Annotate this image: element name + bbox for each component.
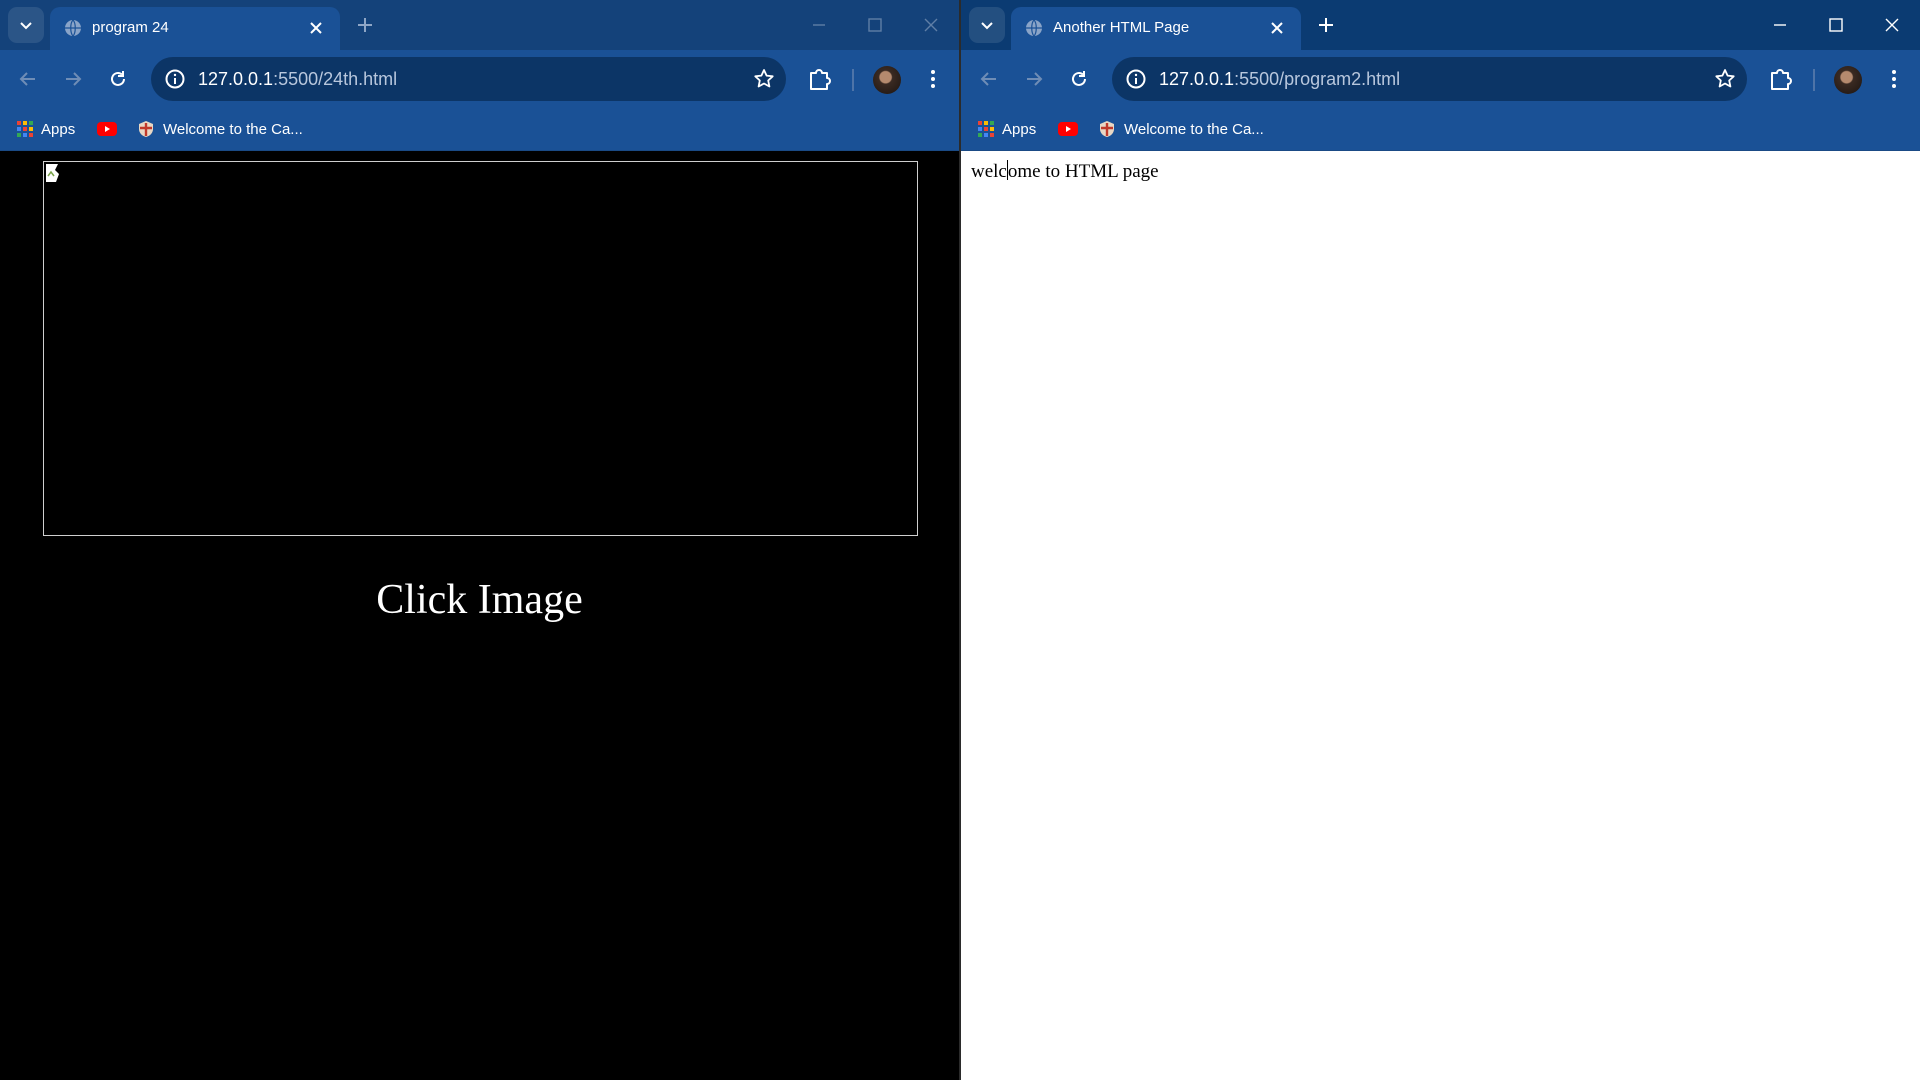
bookmark-label: Apps [1002,120,1037,138]
reload-icon [1072,71,1086,86]
tab-title: Another HTML Page [1053,19,1190,36]
address-bar[interactable]: 127.0.0.1:5500/24th.html [151,57,786,101]
maximize-icon [868,18,882,32]
star-icon[interactable] [1713,67,1737,91]
close-icon [1271,22,1283,34]
maximize-button[interactable] [847,0,903,50]
plus-icon [358,18,372,32]
kebab-menu-icon[interactable] [1879,64,1909,94]
avatar[interactable] [1834,66,1862,94]
bookmark-label: Welcome to the Ca... [163,120,303,138]
bookmark-label: Welcome to the Ca... [1124,120,1264,138]
browser-window-left: program 24 127.0.0.1:5500/24th.html Apps… [0,0,959,1080]
youtube-icon [1058,122,1078,136]
tab-strip: Another HTML Page [961,0,1920,50]
broken-image-icon [46,164,59,182]
tab-search-button[interactable] [8,7,44,43]
url-path: :5500/24th.html [273,69,398,89]
url-text: 127.0.0.1:5500/24th.html [198,69,397,90]
close-icon [310,22,322,34]
puzzle-icon[interactable] [1765,64,1795,94]
kebab-menu-icon[interactable] [918,64,948,94]
avatar[interactable] [873,66,901,94]
reload-icon [111,71,125,86]
page-viewport: welcome to HTML page [961,151,1920,1080]
forward-button[interactable] [55,61,91,97]
minimize-button[interactable] [791,0,847,50]
close-tab-button[interactable] [304,16,328,40]
minimize-button[interactable] [1752,0,1808,50]
bookmark-label: Apps [41,120,76,138]
back-button[interactable] [10,61,46,97]
click-image-caption: Click Image [376,577,583,623]
puzzle-icon[interactable] [804,64,834,94]
globe-icon [1026,19,1042,37]
tab-search-button[interactable] [969,7,1005,43]
toolbar: 127.0.0.1:5500/program2.html [961,50,1920,108]
address-bar[interactable]: 127.0.0.1:5500/program2.html [1112,57,1747,101]
page-viewport: Click Image [0,151,959,1080]
minimize-icon [813,24,825,26]
reload-button[interactable] [1061,61,1097,97]
info-icon[interactable] [1124,67,1148,91]
toolbar-separator [852,69,854,91]
globe-icon [65,19,81,37]
url-host: 127.0.0.1 [198,69,274,89]
bookmark-welcome[interactable]: Welcome to the Ca... [137,118,303,140]
plus-icon [1319,18,1333,32]
bookmark-apps[interactable]: Apps [17,118,75,140]
welcome-text: welcome to HTML page [971,160,1159,183]
apps-grid-icon [17,121,33,137]
bookmarks-bar: Apps Welcome to the Ca... [961,108,1920,151]
broken-image-link[interactable] [43,161,918,536]
forward-button[interactable] [1016,61,1052,97]
maximize-button[interactable] [1808,0,1864,50]
new-tab-button[interactable] [350,10,380,40]
tab-strip: program 24 [0,0,959,50]
tab-title: program 24 [92,19,169,36]
bookmark-youtube[interactable] [97,118,125,140]
arrow-left-icon [980,72,996,86]
close-icon [924,18,938,32]
close-icon [1885,18,1899,32]
new-tab-button[interactable] [1311,10,1341,40]
shield-icon [139,121,153,137]
toolbar-separator [1813,69,1815,91]
star-icon[interactable] [752,67,776,91]
bookmark-welcome[interactable]: Welcome to the Ca... [1098,118,1264,140]
toolbar: 127.0.0.1:5500/24th.html [0,50,959,108]
youtube-icon [97,122,117,136]
bookmarks-bar: Apps Welcome to the Ca... [0,108,959,151]
bookmark-youtube[interactable] [1058,118,1086,140]
close-tab-button[interactable] [1265,16,1289,40]
chevron-down-icon [981,22,993,30]
minimize-icon [1774,24,1786,26]
url-text: 127.0.0.1:5500/program2.html [1159,69,1400,90]
chevron-down-icon [20,22,32,30]
info-icon[interactable] [163,67,187,91]
arrow-right-icon [66,72,82,86]
reload-button[interactable] [100,61,136,97]
maximize-icon [1829,18,1843,32]
browser-window-right: Another HTML Page 127.0.0.1:5500/program… [961,0,1920,1080]
tab-program-24[interactable]: program 24 [50,7,340,50]
arrow-right-icon [1027,72,1043,86]
shield-icon [1100,121,1114,137]
url-host: 127.0.0.1 [1159,69,1235,89]
close-window-button[interactable] [1864,0,1920,50]
arrow-left-icon [19,72,35,86]
tab-another-html-page[interactable]: Another HTML Page [1011,7,1301,50]
bookmark-apps[interactable]: Apps [978,118,1036,140]
apps-grid-icon [978,121,994,137]
welcome-text-end: ome to HTML page [1007,161,1159,182]
back-button[interactable] [971,61,1007,97]
url-path: :5500/program2.html [1234,69,1401,89]
close-window-button[interactable] [903,0,959,50]
welcome-text-start: welc [971,161,1007,182]
